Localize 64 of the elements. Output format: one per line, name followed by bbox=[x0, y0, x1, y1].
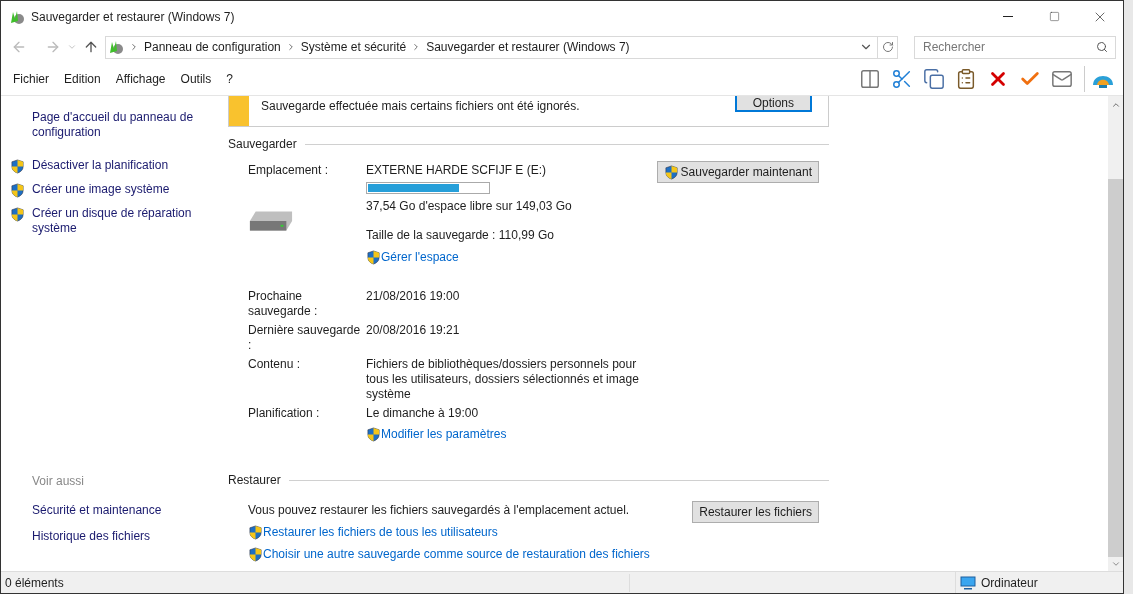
field-label: Emplacement : bbox=[248, 162, 330, 179]
field-label: Contenu : bbox=[248, 357, 302, 373]
free-space: 37,54 Go d'espace libre sur 149,03 Go bbox=[366, 198, 572, 215]
breadcrumb[interactable]: Sauvegarder et restaurer (Windows 7) bbox=[426, 38, 630, 56]
sidebar-link[interactable]: Historique des fichiers bbox=[32, 527, 217, 545]
panel-icon[interactable] bbox=[859, 67, 881, 90]
link[interactable]: Gérer l'espace bbox=[381, 248, 459, 266]
shield-icon bbox=[248, 546, 263, 562]
address-bar[interactable]: Panneau de configuration Système et sécurité Sauvegarder et restaurer (Windows 7) bbox=[105, 35, 898, 59]
clipboard-icon[interactable] bbox=[955, 67, 977, 90]
field-value: Fichiers de bibliothèques/dossiers personnels pour tous les utilisateurs, dossiers sélectionnés et image système bbox=[366, 357, 640, 402]
status-text: 0 éléments bbox=[5, 573, 630, 592]
link[interactable]: Choisir une autre sauvegarde comme source de restauration des fichiers bbox=[263, 545, 650, 563]
scroll-up-icon[interactable] bbox=[1110, 100, 1121, 110]
search-icon bbox=[1096, 40, 1108, 53]
menu-item[interactable]: Edition bbox=[64, 69, 101, 88]
options-button[interactable]: Options bbox=[734, 96, 812, 112]
sidebar-link[interactable]: Créer une image système bbox=[32, 182, 202, 197]
menu-item[interactable]: ? bbox=[226, 69, 233, 88]
menu-item[interactable]: Fichier bbox=[13, 69, 49, 88]
sidebar-link[interactable]: Sécurité et maintenance bbox=[32, 501, 217, 519]
scroll-down-icon[interactable] bbox=[1110, 559, 1121, 569]
scissors-icon[interactable] bbox=[891, 67, 913, 90]
see-also-title: Voir aussi bbox=[32, 473, 86, 490]
copy-icon[interactable] bbox=[923, 67, 945, 90]
refresh-icon[interactable] bbox=[881, 41, 894, 53]
status-location: Ordinateur bbox=[981, 574, 1038, 592]
field-label: Planification : bbox=[248, 406, 321, 422]
section-heading: Restaurer bbox=[228, 472, 281, 489]
drive-icon bbox=[248, 209, 294, 233]
chevron-icon bbox=[129, 42, 139, 52]
field-label: Dernière sauvegarde : bbox=[248, 323, 362, 353]
restore-files-button[interactable]: Restaurer les fichiers bbox=[692, 501, 819, 523]
link[interactable]: Restaurer les fichiers de tous les utilisateurs bbox=[263, 523, 498, 541]
menu-item[interactable]: Outils bbox=[180, 69, 212, 88]
field-value: 20/08/2016 19:21 bbox=[366, 323, 461, 338]
shield-icon bbox=[248, 524, 263, 540]
minimize-icon bbox=[1003, 16, 1013, 17]
backup-now-button[interactable]: Sauvegarder maintenant bbox=[656, 161, 819, 183]
sidebar-link[interactable]: Désactiver la planification bbox=[32, 158, 202, 173]
field-value: 21/08/2016 19:00 bbox=[366, 289, 461, 304]
drive-name: EXTERNE HARDE SCFIJF E (E:) bbox=[366, 162, 548, 179]
backup-size: Taille de la sauvegarde : 110,99 Go bbox=[366, 227, 555, 244]
menu-item[interactable]: Affichage bbox=[115, 69, 166, 88]
section-heading: Sauvegarder bbox=[228, 136, 297, 153]
shield-icon bbox=[366, 249, 381, 265]
warning-stripe bbox=[229, 96, 249, 126]
maximize-icon bbox=[1048, 11, 1060, 22]
breadcrumb[interactable]: Panneau de configuration bbox=[144, 38, 281, 56]
field-value: Le dimanche à 19:00 bbox=[366, 406, 480, 421]
up-icon[interactable] bbox=[83, 39, 99, 55]
shield-icon bbox=[663, 164, 679, 180]
computer-icon bbox=[960, 574, 976, 591]
warning-text: Sauvegarde effectuée mais certains fichiers ont été ignorés. bbox=[261, 98, 580, 115]
shield-icon bbox=[366, 426, 381, 442]
sidebar-link[interactable]: Page d'accueil du panneau de configuration bbox=[32, 110, 202, 140]
field-label: Prochaine sauvegarde : bbox=[248, 289, 319, 319]
search-field[interactable]: Rechercher bbox=[914, 35, 1116, 59]
sidebar-link[interactable]: Créer un disque de réparation système bbox=[32, 206, 202, 236]
window-title: Sauvegarder et restaurer (Windows 7) bbox=[31, 8, 235, 26]
breadcrumb[interactable]: Système et sécurité bbox=[300, 38, 407, 56]
link[interactable]: Modifier les paramètres bbox=[381, 425, 507, 443]
restore-text: Vous pouvez restaurer les fichiers sauvegardés à l'emplacement actuel. bbox=[248, 502, 631, 519]
scrollbar[interactable] bbox=[1108, 96, 1123, 571]
